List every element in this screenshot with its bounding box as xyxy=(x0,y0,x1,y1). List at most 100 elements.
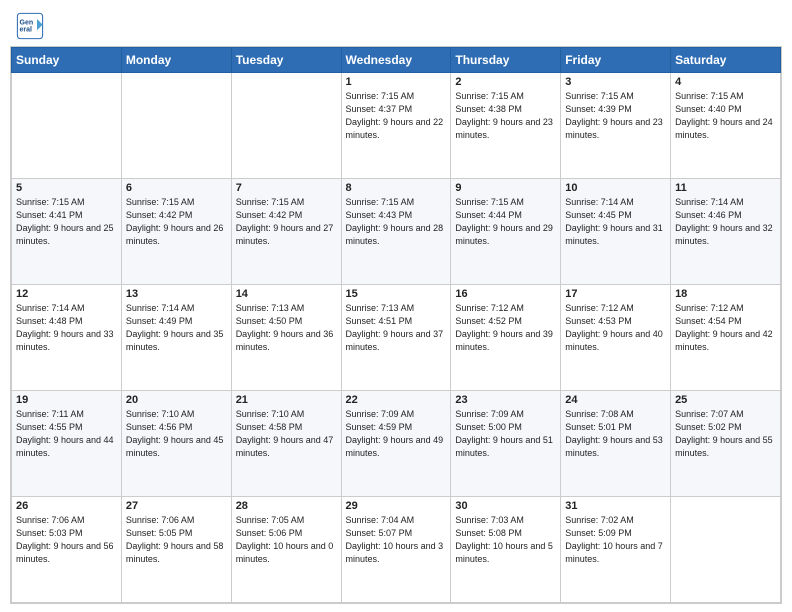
logo: Gen eral xyxy=(16,12,48,40)
day-info: Sunrise: 7:10 AM Sunset: 4:56 PM Dayligh… xyxy=(126,408,227,460)
day-number: 12 xyxy=(16,288,117,300)
day-info: Sunrise: 7:03 AM Sunset: 5:08 PM Dayligh… xyxy=(455,514,556,566)
calendar-cell: 28 Sunrise: 7:05 AM Sunset: 5:06 PM Dayli… xyxy=(231,497,341,603)
calendar-cell: 1 Sunrise: 7:15 AM Sunset: 4:37 PM Daylig… xyxy=(341,73,451,179)
weekday-row: SundayMondayTuesdayWednesdayThursdayFrid… xyxy=(12,48,781,73)
day-number: 26 xyxy=(16,500,117,512)
calendar-cell: 5Sunrise: 7:15 AM Sunset: 4:41 PM Daylig… xyxy=(12,179,122,285)
calendar-cell: 18 Sunrise: 7:12 AM Sunset: 4:54 PM Dayli… xyxy=(671,285,781,391)
calendar-cell: 31 Sunrise: 7:02 AM Sunset: 5:09 PM Dayli… xyxy=(561,497,671,603)
weekday-header: Sunday xyxy=(12,48,122,73)
day-info: Sunrise: 7:13 AM Sunset: 4:51 PM Dayligh… xyxy=(346,302,447,354)
calendar-cell: 4 Sunrise: 7:15 AM Sunset: 4:40 PM Daylig… xyxy=(671,73,781,179)
calendar-cell: 16 Sunrise: 7:12 AM Sunset: 4:52 PM Dayli… xyxy=(451,285,561,391)
day-info: Sunrise: 7:15 AM Sunset: 4:42 PM Dayligh… xyxy=(126,196,227,248)
day-number: 19 xyxy=(16,394,117,406)
day-info: Sunrise: 7:12 AM Sunset: 4:53 PM Dayligh… xyxy=(565,302,666,354)
day-number: 11 xyxy=(675,182,776,194)
calendar-cell: 27Sunrise: 7:06 AM Sunset: 5:05 PM Dayli… xyxy=(121,497,231,603)
calendar-cell: 6Sunrise: 7:15 AM Sunset: 4:42 PM Daylig… xyxy=(121,179,231,285)
calendar-cell: 23 Sunrise: 7:09 AM Sunset: 5:00 PM Dayli… xyxy=(451,391,561,497)
day-number: 10 xyxy=(565,182,666,194)
calendar-cell: 26 Sunrise: 7:06 AM Sunset: 5:03 PM Dayli… xyxy=(12,497,122,603)
day-number: 3 xyxy=(565,76,666,88)
page: Gen eral SundayMondayTuesdayWednesdayThu… xyxy=(0,0,792,612)
day-info: Sunrise: 7:15 AM Sunset: 4:39 PM Dayligh… xyxy=(565,90,666,142)
day-number: 30 xyxy=(455,500,556,512)
day-info: Sunrise: 7:14 AM Sunset: 4:45 PM Dayligh… xyxy=(565,196,666,248)
day-info: Sunrise: 7:09 AM Sunset: 5:00 PM Dayligh… xyxy=(455,408,556,460)
day-number: 23 xyxy=(455,394,556,406)
calendar-cell xyxy=(671,497,781,603)
day-number: 15 xyxy=(346,288,447,300)
day-info: Sunrise: 7:14 AM Sunset: 4:46 PM Dayligh… xyxy=(675,196,776,248)
calendar-cell xyxy=(121,73,231,179)
weekday-header: Saturday xyxy=(671,48,781,73)
calendar-week: 12 Sunrise: 7:14 AM Sunset: 4:48 PM Dayli… xyxy=(12,285,781,391)
day-info: Sunrise: 7:15 AM Sunset: 4:44 PM Dayligh… xyxy=(455,196,556,248)
calendar-cell: 13 Sunrise: 7:14 AM Sunset: 4:49 PM Dayli… xyxy=(121,285,231,391)
day-info: Sunrise: 7:12 AM Sunset: 4:54 PM Dayligh… xyxy=(675,302,776,354)
day-number: 13 xyxy=(126,288,227,300)
day-info: Sunrise: 7:12 AM Sunset: 4:52 PM Dayligh… xyxy=(455,302,556,354)
calendar-cell: 25 Sunrise: 7:07 AM Sunset: 5:02 PM Dayli… xyxy=(671,391,781,497)
day-info: Sunrise: 7:13 AM Sunset: 4:50 PM Dayligh… xyxy=(236,302,337,354)
calendar-week: 19Sunrise: 7:11 AM Sunset: 4:55 PM Dayli… xyxy=(12,391,781,497)
calendar-cell: 2Sunrise: 7:15 AM Sunset: 4:38 PM Daylig… xyxy=(451,73,561,179)
calendar-table: SundayMondayTuesdayWednesdayThursdayFrid… xyxy=(11,47,781,603)
calendar-cell: 3 Sunrise: 7:15 AM Sunset: 4:39 PM Daylig… xyxy=(561,73,671,179)
weekday-header: Thursday xyxy=(451,48,561,73)
day-info: Sunrise: 7:09 AM Sunset: 4:59 PM Dayligh… xyxy=(346,408,447,460)
calendar-cell: 11 Sunrise: 7:14 AM Sunset: 4:46 PM Dayli… xyxy=(671,179,781,285)
day-info: Sunrise: 7:04 AM Sunset: 5:07 PM Dayligh… xyxy=(346,514,447,566)
day-info: Sunrise: 7:07 AM Sunset: 5:02 PM Dayligh… xyxy=(675,408,776,460)
day-info: Sunrise: 7:15 AM Sunset: 4:43 PM Dayligh… xyxy=(346,196,447,248)
day-number: 4 xyxy=(675,76,776,88)
day-info: Sunrise: 7:14 AM Sunset: 4:48 PM Dayligh… xyxy=(16,302,117,354)
calendar-week: 26 Sunrise: 7:06 AM Sunset: 5:03 PM Dayli… xyxy=(12,497,781,603)
logo-icon: Gen eral xyxy=(16,12,44,40)
day-info: Sunrise: 7:15 AM Sunset: 4:38 PM Dayligh… xyxy=(455,90,556,142)
calendar: SundayMondayTuesdayWednesdayThursdayFrid… xyxy=(10,46,782,604)
calendar-cell: 8Sunrise: 7:15 AM Sunset: 4:43 PM Daylig… xyxy=(341,179,451,285)
day-number: 5 xyxy=(16,182,117,194)
calendar-cell: 22 Sunrise: 7:09 AM Sunset: 4:59 PM Dayli… xyxy=(341,391,451,497)
day-info: Sunrise: 7:06 AM Sunset: 5:03 PM Dayligh… xyxy=(16,514,117,566)
day-info: Sunrise: 7:15 AM Sunset: 4:40 PM Dayligh… xyxy=(675,90,776,142)
day-info: Sunrise: 7:05 AM Sunset: 5:06 PM Dayligh… xyxy=(236,514,337,566)
header: Gen eral xyxy=(0,0,792,46)
weekday-header: Tuesday xyxy=(231,48,341,73)
calendar-cell: 19Sunrise: 7:11 AM Sunset: 4:55 PM Dayli… xyxy=(12,391,122,497)
day-info: Sunrise: 7:02 AM Sunset: 5:09 PM Dayligh… xyxy=(565,514,666,566)
day-number: 25 xyxy=(675,394,776,406)
day-info: Sunrise: 7:15 AM Sunset: 4:37 PM Dayligh… xyxy=(346,90,447,142)
calendar-cell: 21 Sunrise: 7:10 AM Sunset: 4:58 PM Dayli… xyxy=(231,391,341,497)
weekday-header: Monday xyxy=(121,48,231,73)
calendar-week: 5Sunrise: 7:15 AM Sunset: 4:41 PM Daylig… xyxy=(12,179,781,285)
day-number: 1 xyxy=(346,76,447,88)
day-number: 29 xyxy=(346,500,447,512)
weekday-header: Wednesday xyxy=(341,48,451,73)
day-number: 18 xyxy=(675,288,776,300)
day-info: Sunrise: 7:10 AM Sunset: 4:58 PM Dayligh… xyxy=(236,408,337,460)
day-number: 31 xyxy=(565,500,666,512)
calendar-cell: 15 Sunrise: 7:13 AM Sunset: 4:51 PM Dayli… xyxy=(341,285,451,391)
day-number: 7 xyxy=(236,182,337,194)
calendar-cell xyxy=(12,73,122,179)
weekday-header: Friday xyxy=(561,48,671,73)
day-info: Sunrise: 7:15 AM Sunset: 4:42 PM Dayligh… xyxy=(236,196,337,248)
calendar-cell: 29 Sunrise: 7:04 AM Sunset: 5:07 PM Dayli… xyxy=(341,497,451,603)
calendar-cell: 7 Sunrise: 7:15 AM Sunset: 4:42 PM Daylig… xyxy=(231,179,341,285)
day-number: 16 xyxy=(455,288,556,300)
day-info: Sunrise: 7:14 AM Sunset: 4:49 PM Dayligh… xyxy=(126,302,227,354)
calendar-cell: 9Sunrise: 7:15 AM Sunset: 4:44 PM Daylig… xyxy=(451,179,561,285)
calendar-cell: 10 Sunrise: 7:14 AM Sunset: 4:45 PM Dayli… xyxy=(561,179,671,285)
calendar-cell: 24Sunrise: 7:08 AM Sunset: 5:01 PM Dayli… xyxy=(561,391,671,497)
day-number: 21 xyxy=(236,394,337,406)
day-number: 22 xyxy=(346,394,447,406)
day-number: 28 xyxy=(236,500,337,512)
calendar-cell: 17Sunrise: 7:12 AM Sunset: 4:53 PM Dayli… xyxy=(561,285,671,391)
svg-text:eral: eral xyxy=(20,27,33,34)
calendar-cell: 20 Sunrise: 7:10 AM Sunset: 4:56 PM Dayli… xyxy=(121,391,231,497)
day-number: 20 xyxy=(126,394,227,406)
